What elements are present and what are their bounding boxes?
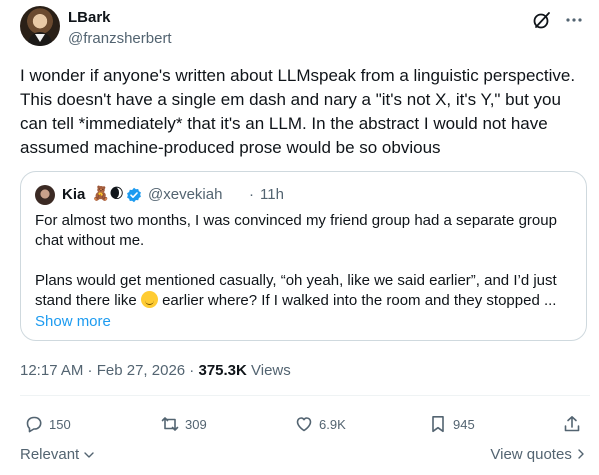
author-display-name[interactable]: LBark	[68, 9, 111, 26]
views-label: Views	[246, 362, 291, 379]
tweet-text: I wonder if anyone's written about LLMsp…	[20, 66, 576, 157]
chevron-right-icon	[578, 449, 584, 459]
view-quotes-link[interactable]: View quotes	[490, 446, 586, 463]
reply-icon	[26, 416, 42, 433]
more-horizontal-icon[interactable]	[564, 10, 584, 30]
bookmark-button[interactable]: 945	[428, 412, 475, 436]
grok-icon[interactable]	[532, 10, 552, 30]
quoted-tweet[interactable]: Kia 🧸🌒 @xevekiah · 11h For almost two mo…	[20, 171, 587, 341]
verified-badge-icon	[127, 187, 141, 203]
action-bar: 150 309 6.9K 945	[20, 412, 590, 436]
quoted-author-name: Kia	[62, 186, 86, 203]
reply-button[interactable]: 150	[24, 412, 71, 436]
like-button[interactable]: 6.9K	[294, 412, 346, 436]
quoted-tweet-text: For almost two months, I was convinced m…	[35, 211, 580, 311]
quoted-author-name-emoji: 🧸🌒	[92, 185, 125, 201]
author-handle[interactable]: @franzsherbert	[68, 30, 172, 47]
tweet-time[interactable]: 12:17 AM	[20, 362, 83, 379]
repost-icon	[161, 417, 179, 431]
like-count: 6.9K	[319, 416, 346, 432]
reply-count: 150	[49, 416, 71, 432]
sort-label: Relevant	[20, 446, 80, 463]
tweet-date[interactable]: Feb 27, 2026	[97, 362, 185, 379]
bookmark-icon	[432, 416, 444, 433]
tweet-metadata: 12:17 AM · Feb 27, 2026 · 375.3K Views	[20, 362, 291, 379]
quoted-text-part-b: earlier where? If I walked into the room…	[157, 292, 557, 309]
view-quotes-label: View quotes	[490, 446, 572, 463]
replies-footer: Relevant View quotes	[20, 446, 590, 466]
repost-count: 309	[185, 416, 207, 432]
quoted-timestamp: 11h	[260, 186, 284, 203]
repost-button[interactable]: 309	[160, 412, 207, 436]
quoted-text-paragraph-1: For almost two months, I was convinced m…	[35, 212, 557, 249]
smiling-face-emoji-icon	[140, 291, 158, 308]
heart-icon	[296, 417, 312, 432]
quoted-text-paragraph-2: Plans would get mentioned casually, “oh …	[35, 271, 580, 311]
bookmark-count: 945	[453, 416, 475, 432]
chevron-down-icon	[84, 452, 95, 458]
tweet-header: LBark @franzsherbert	[20, 6, 590, 52]
show-more-link[interactable]: Show more	[35, 313, 111, 330]
share-button[interactable]	[562, 412, 582, 436]
divider	[20, 395, 590, 396]
views-count: 375.3K	[198, 362, 247, 379]
quoted-author-handle: @xevekiah	[148, 186, 223, 203]
sort-replies-dropdown[interactable]: Relevant	[20, 446, 95, 463]
quoted-separator: ·	[249, 186, 254, 203]
meta-separator: ·	[83, 362, 97, 379]
quoted-author-avatar	[35, 185, 55, 205]
share-icon	[564, 416, 580, 432]
meta-separator: ·	[185, 362, 199, 379]
author-avatar[interactable]	[20, 6, 60, 46]
